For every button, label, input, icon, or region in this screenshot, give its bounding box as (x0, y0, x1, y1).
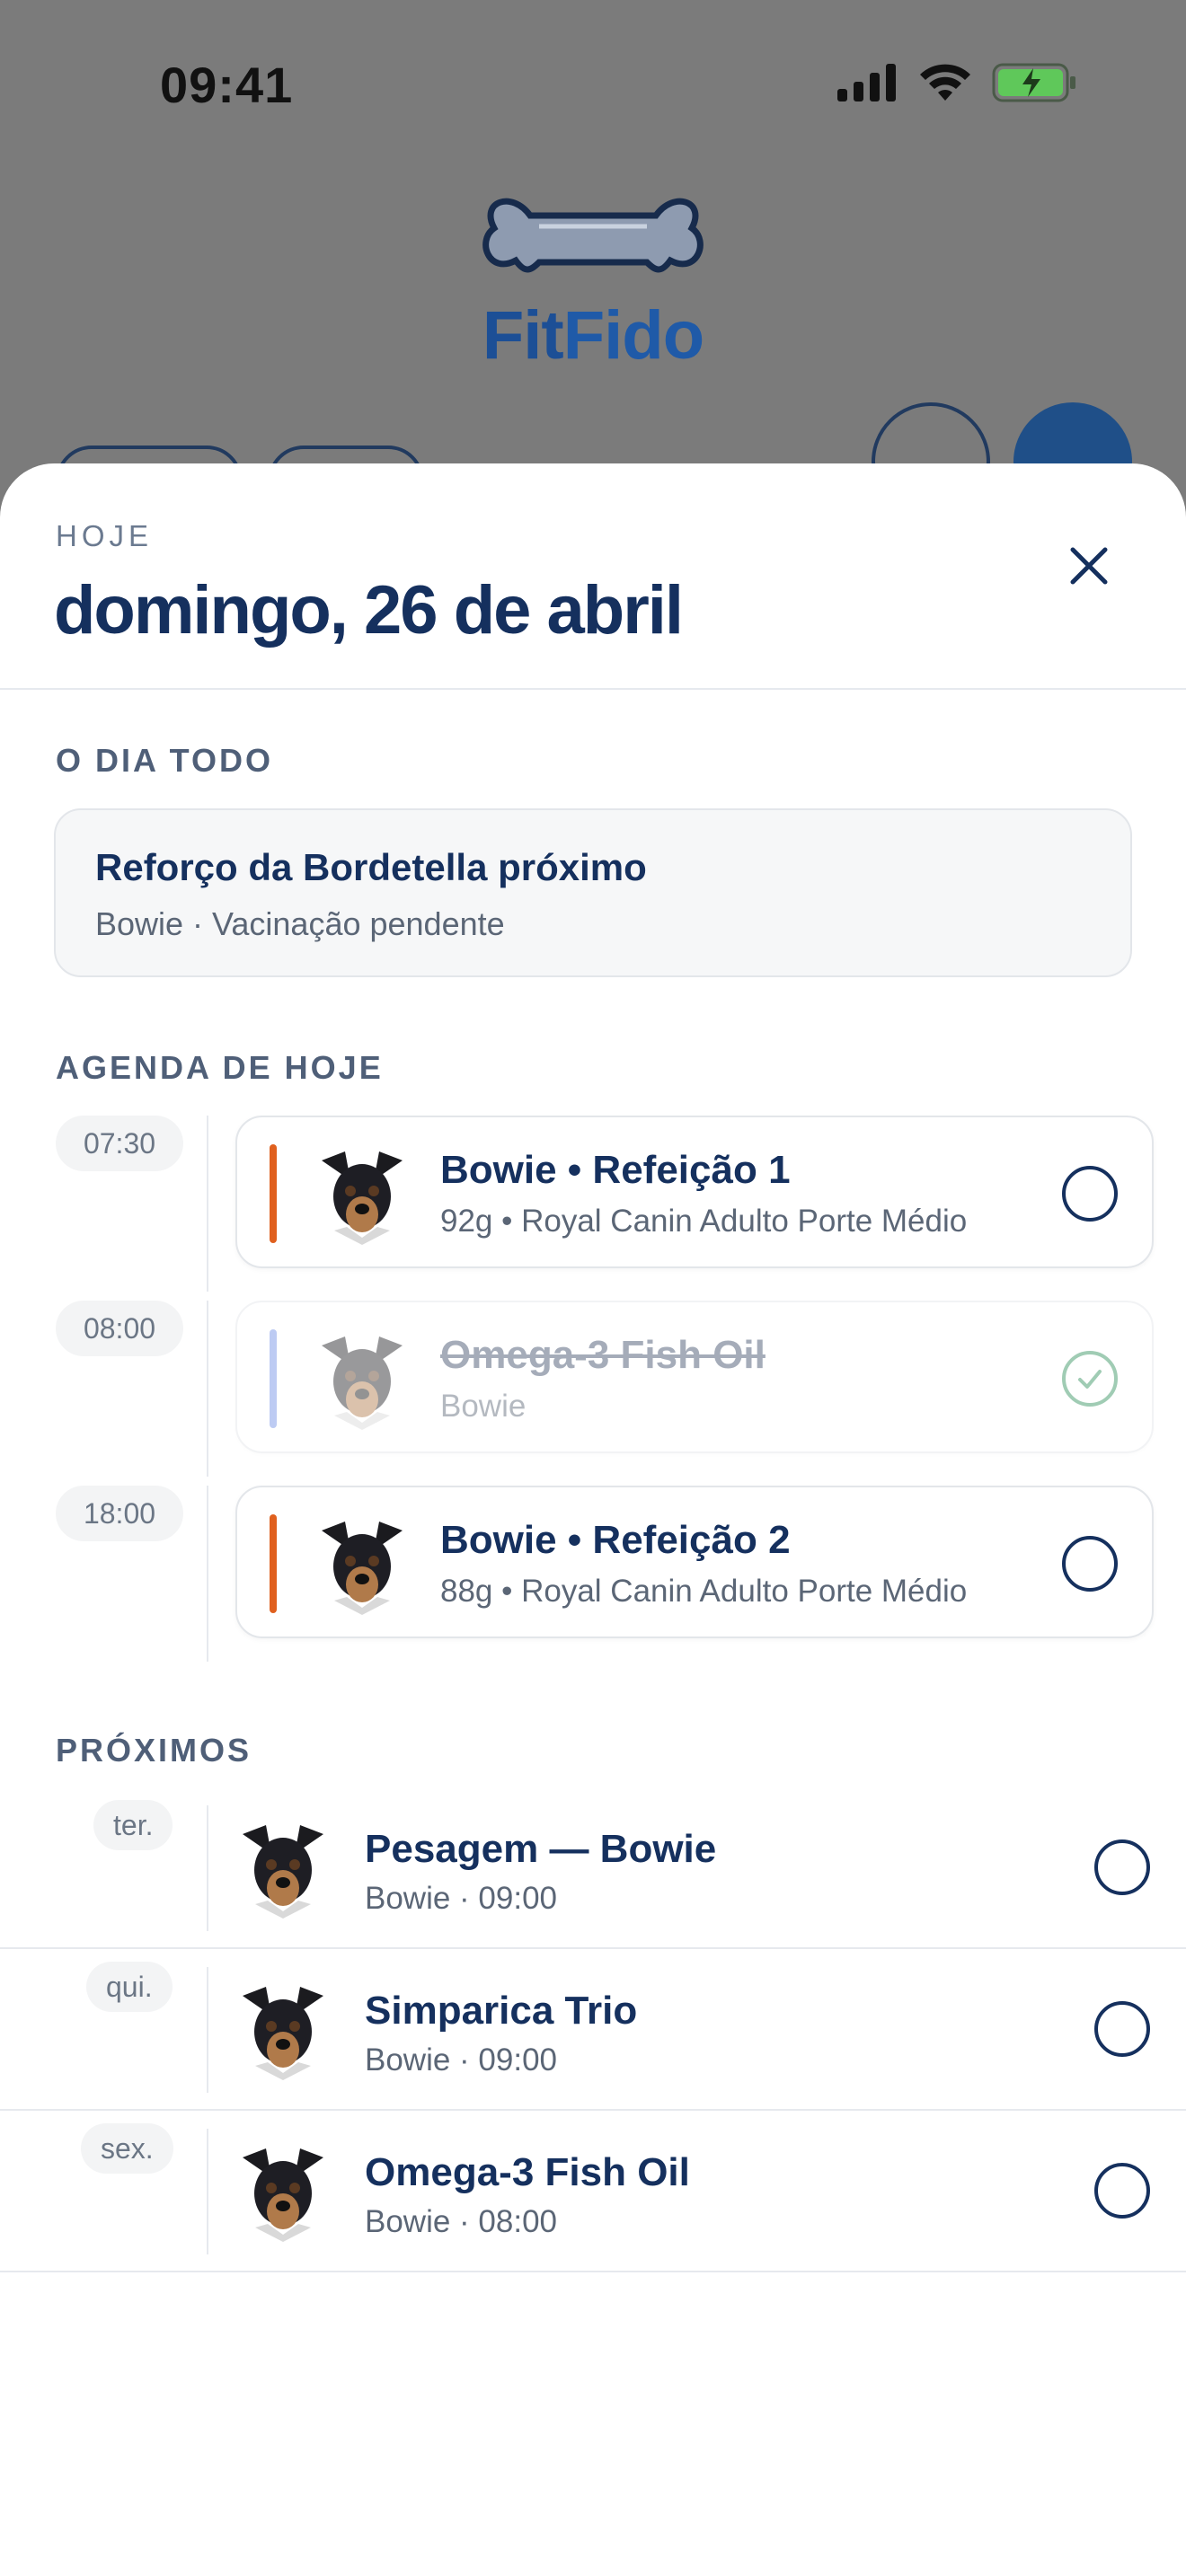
timeline-line (207, 1486, 208, 1662)
status-time: 09:41 (160, 57, 294, 113)
upcoming-title: Omega-3 Fish Oil (365, 2150, 690, 2194)
task-card[interactable]: Bowie • Refeição 2 88g • Royal Canin Adu… (235, 1486, 1154, 1638)
dog-avatar-icon (243, 1825, 323, 1919)
day-chip: sex. (81, 2123, 173, 2174)
today-sheet: HOJE domingo, 26 de abril O DIA TODO Ref… (0, 463, 1186, 2576)
logo-wordmark: FitFido (467, 296, 719, 375)
schedule-item: 18:00 Bowie • Refeição 2 88g • Royal Can… (0, 1486, 1186, 1665)
dog-avatar-icon (322, 1151, 403, 1245)
dog-avatar-icon (243, 2148, 323, 2242)
battery-charging-icon (992, 63, 1075, 102)
complete-checkbox[interactable] (1094, 1839, 1150, 1895)
logo-fido: Fido (562, 297, 704, 374)
completed-checkbox[interactable] (1062, 1351, 1118, 1407)
status-bar: 09:41 (0, 0, 1186, 171)
task-title: Bowie • Refeição 2 (440, 1518, 791, 1562)
accent-bar (270, 1144, 277, 1243)
signal-icon (837, 64, 896, 101)
background-app: 09:41 FitFido (0, 0, 1186, 521)
screen: 09:41 FitFido HOJE domingo, 26 de abril … (0, 0, 1186, 2576)
upcoming-title: Simparica Trio (365, 1989, 638, 2033)
task-subtitle: 88g • Royal Canin Adulto Porte Médio (440, 1574, 968, 1609)
dog-avatar-icon (322, 1522, 403, 1615)
all-day-subtitle: Bowie · Vacinação pendente (95, 905, 505, 942)
complete-checkbox[interactable] (1094, 2163, 1150, 2219)
upcoming-item[interactable]: qui. Simparica Trio Bowie · 09:00 (0, 1949, 1186, 2111)
logo-fit: Fit (482, 297, 564, 374)
day-chip: qui. (86, 1962, 173, 2012)
upcoming-subtitle: Bowie · 09:00 (365, 2042, 558, 2078)
timeline-line (207, 1116, 208, 1292)
checkmark-icon (1078, 1370, 1102, 1389)
bone-logo-icon (482, 198, 704, 273)
dog-avatar-icon (322, 1337, 403, 1430)
upcoming-subtitle: Bowie · 09:00 (365, 1881, 558, 1916)
day-chip: ter. (93, 1800, 173, 1850)
schedule-label: AGENDA DE HOJE (56, 1049, 384, 1086)
close-icon (1070, 547, 1108, 585)
time-chip: 18:00 (56, 1486, 183, 1541)
upcoming-item[interactable]: ter. Pesagem — Bowie Bowie · 09:00 (0, 1787, 1186, 1949)
task-card[interactable]: Omega-3 Fish Oil Bowie (235, 1301, 1154, 1453)
all-day-label: O DIA TODO (56, 742, 274, 779)
accent-bar (270, 1514, 277, 1613)
complete-checkbox[interactable] (1062, 1536, 1118, 1592)
status-icons (836, 63, 1078, 102)
all-day-title: Reforço da Bordetella próximo (95, 846, 647, 888)
task-card[interactable]: Bowie • Refeição 1 92g • Royal Canin Adu… (235, 1116, 1154, 1268)
dog-avatar-icon (243, 1987, 323, 2080)
close-button[interactable] (1060, 537, 1118, 595)
upcoming-item[interactable]: sex. Omega-3 Fish Oil Bowie · 08:00 (0, 2111, 1186, 2272)
timeline-line (207, 1805, 208, 1931)
sheet-header: HOJE domingo, 26 de abril (0, 463, 1186, 690)
timeline-line (207, 1967, 208, 2093)
wifi-icon (920, 64, 970, 101)
time-chip: 08:00 (56, 1301, 183, 1356)
timeline-line (207, 2129, 208, 2254)
time-chip: 07:30 (56, 1116, 183, 1171)
upcoming-label: PRÓXIMOS (56, 1732, 252, 1769)
app-logo: FitFido (467, 189, 719, 374)
all-day-card[interactable]: Reforço da Bordetella próximo Bowie · Va… (54, 808, 1132, 977)
schedule-item: 07:30 Bowie • Refeição 1 92g • Royal Can… (0, 1116, 1186, 1295)
accent-bar (270, 1329, 277, 1428)
schedule-item: 08:00 Omega-3 Fish Oil Bowie (0, 1301, 1186, 1480)
upcoming-title: Pesagem — Bowie (365, 1827, 717, 1871)
sheet-eyebrow: HOJE (56, 519, 154, 552)
timeline-line (207, 1301, 208, 1477)
task-title: Omega-3 Fish Oil (440, 1333, 766, 1377)
task-title: Bowie • Refeição 1 (440, 1148, 791, 1192)
task-subtitle: Bowie (440, 1389, 527, 1424)
task-subtitle: 92g • Royal Canin Adulto Porte Médio (440, 1204, 968, 1239)
sheet-title: domingo, 26 de abril (54, 572, 684, 648)
upcoming-subtitle: Bowie · 08:00 (365, 2204, 558, 2239)
complete-checkbox[interactable] (1062, 1166, 1118, 1222)
complete-checkbox[interactable] (1094, 2001, 1150, 2057)
